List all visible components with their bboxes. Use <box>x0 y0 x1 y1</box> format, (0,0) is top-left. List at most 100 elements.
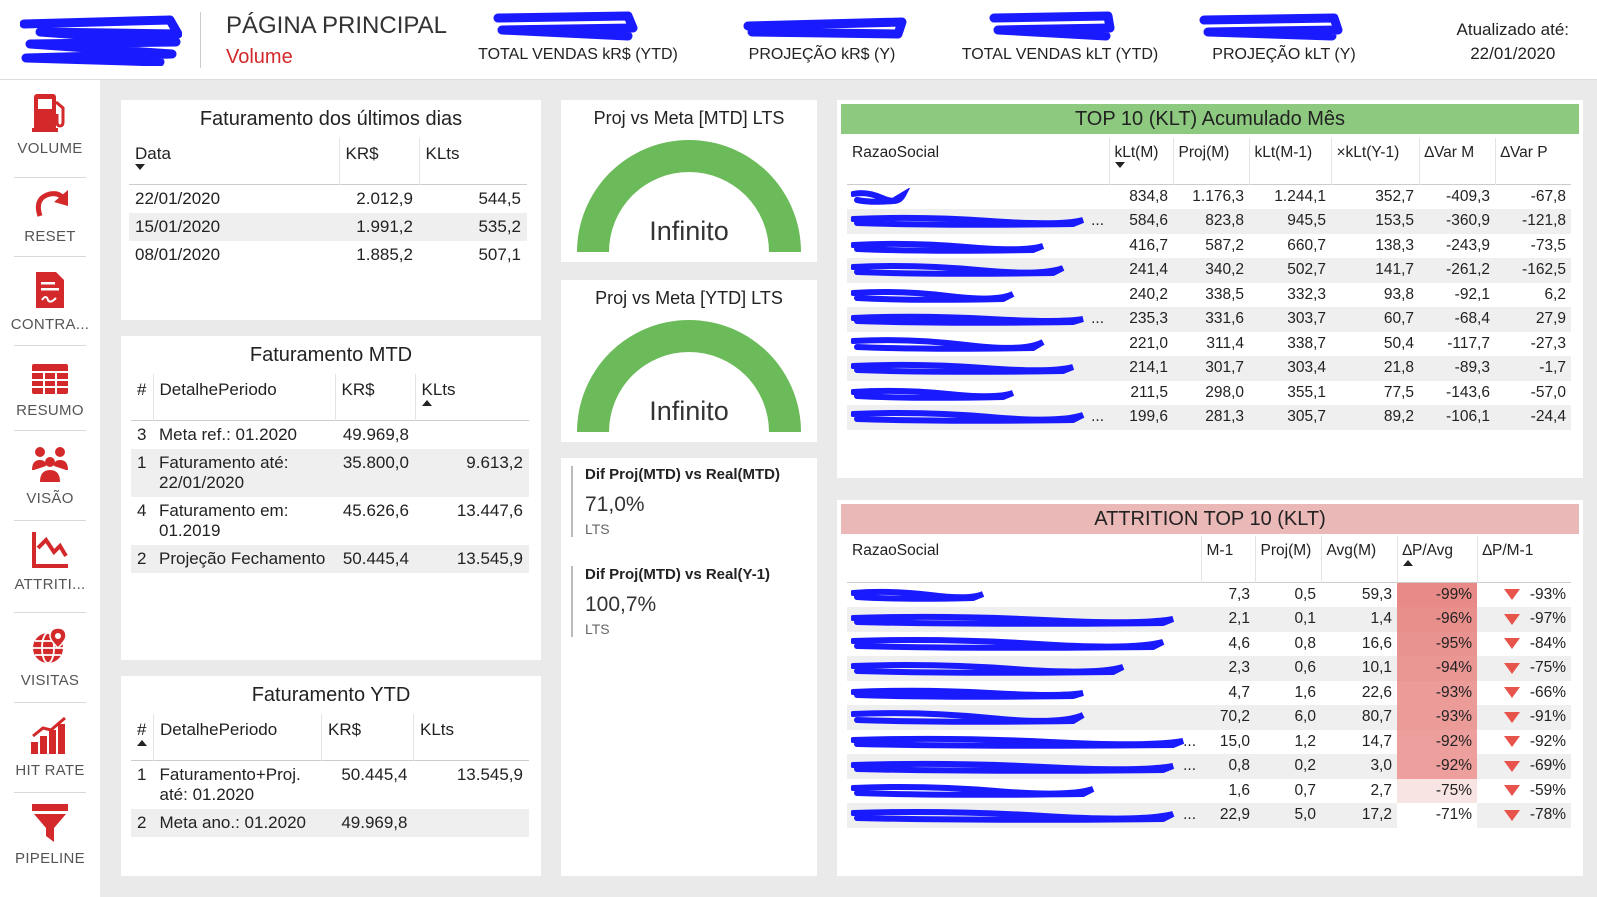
sidebar-item-hit-rate[interactable]: HIT RATE <box>0 716 100 779</box>
table-row[interactable]: 1 Faturamento até: 22/01/2020 35.800,0 9… <box>131 449 529 497</box>
table-row[interactable]: ... 199,6 281,3 305,7 89,2 -106,1 -24,4 <box>847 405 1571 430</box>
table-row[interactable]: 4 Faturamento em: 01.2019 45.626,6 13.44… <box>131 497 529 545</box>
sidebar-item-volume[interactable]: VOLUME <box>0 90 100 157</box>
cell-value: -92,1 <box>1454 285 1490 303</box>
last-updated: Atualizado até: 22/01/2020 <box>1457 18 1569 66</box>
cell-value: 0,7 <box>1294 781 1316 799</box>
table-row[interactable]: 2,1 0,1 1,4 -96% -97% <box>847 607 1571 632</box>
table-row[interactable]: 7,3 0,5 59,3 -99% -93% <box>847 582 1571 607</box>
table-row[interactable]: ... 15,0 1,2 14,7 -92% -92% <box>847 729 1571 754</box>
table-row[interactable]: 2 Meta ano.: 01.2020 49.969,8 <box>131 809 529 837</box>
col-header-krs[interactable]: KR$ <box>335 374 416 421</box>
table-row[interactable]: ... 235,3 331,6 303,7 60,7 -68,4 27,9 <box>847 307 1571 332</box>
cell-value: 2,1 <box>1201 607 1255 632</box>
card-gauge-mtd: Proj vs Meta [MTD] LTS Infinito <box>561 100 817 262</box>
sidebar-item-visitas[interactable]: VISITAS <box>0 626 100 689</box>
col-header-klts[interactable]: KLts <box>415 374 529 421</box>
down-triangle-icon <box>1503 613 1520 625</box>
col-header-proj-m[interactable]: Proj(M) <box>1255 536 1322 583</box>
sidebar-item-pipeline[interactable]: PIPELINE <box>0 802 100 867</box>
col-header-klts[interactable]: KLts <box>419 138 527 185</box>
updated-date: 22/01/2020 <box>1470 44 1556 63</box>
redacted-company-name <box>851 662 1125 676</box>
down-triangle-icon <box>1503 760 1520 772</box>
table-row[interactable]: 241,4 340,2 502,7 141,7 -261,2 -162,5 <box>847 258 1571 283</box>
kpi-projecao-krs: PROJEÇÃO kR$ (Y) <box>712 8 932 64</box>
cell-razao-social <box>847 185 1109 210</box>
table-row[interactable]: ... 584,6 823,8 945,5 153,5 -360,9 -121,8 <box>847 209 1571 234</box>
col-header-p-m1[interactable]: ∆P/M-1 <box>1477 536 1571 583</box>
table-row[interactable]: 2 Projeção Fechamento 50.445,4 13.545,9 <box>131 545 529 573</box>
cell-value: 338,7 <box>1287 334 1326 352</box>
col-header-data[interactable]: Data <box>129 138 340 185</box>
table-row[interactable]: 4,6 0,8 16,6 -95% -84% <box>847 631 1571 656</box>
cell-value: 221,0 <box>1129 334 1168 352</box>
cell-p-avg: -93% <box>1397 680 1477 705</box>
sidebar-nav: VOLUME RESET CONTRA... RESUMO VISÃO ATTR… <box>0 80 100 897</box>
gauge-value: Infinito <box>649 216 729 246</box>
col-header-razao-social[interactable]: RazaoSocial <box>847 138 1110 185</box>
table-row[interactable]: 70,2 6,0 80,7 -93% -91% <box>847 705 1571 730</box>
col-header-index[interactable]: # <box>131 714 154 761</box>
sidebar-item-visao[interactable]: VISÃO <box>0 444 100 507</box>
col-header-m1[interactable]: M-1 <box>1201 536 1256 583</box>
col-header-razao-social[interactable]: RazaoSocial <box>847 536 1202 583</box>
cell-klts <box>415 421 529 450</box>
table-row[interactable]: 211,5 298,0 355,1 77,5 -143,6 -57,0 <box>847 381 1571 406</box>
table-row[interactable]: 240,2 338,5 332,3 93,8 -92,1 6,2 <box>847 283 1571 308</box>
cell-value: 0,5 <box>1294 586 1316 603</box>
col-header-klt-y1[interactable]: ×kLt(Y-1) <box>1331 138 1420 185</box>
table-row[interactable]: 1 Faturamento+Proj. até: 01.2020 50.445,… <box>131 761 529 810</box>
table-row[interactable]: ... 22,9 5,0 17,2 -71% -78% <box>847 803 1571 828</box>
cell-value: 199,6 <box>1109 405 1173 430</box>
nav-divider <box>14 177 86 178</box>
kpi-value-redacted <box>950 8 1170 42</box>
cell-razao-social <box>847 779 1201 804</box>
col-header-detalhe[interactable]: DetalhePeriodo <box>153 714 322 761</box>
funnel-icon <box>32 804 68 842</box>
cell-date: 08/01/2020 <box>135 245 221 264</box>
card-title: Faturamento YTD <box>251 684 411 706</box>
table-row[interactable]: 22/01/2020 2.012,9 544,5 <box>129 185 527 214</box>
table-row[interactable]: 1,6 0,7 2,7 -75% -59% <box>847 778 1571 804</box>
sidebar-item-reset[interactable]: RESET <box>0 184 100 245</box>
sidebar-item-resumo[interactable]: RESUMO <box>0 362 100 419</box>
table-row[interactable]: 214,1 301,7 303,4 21,8 -89,3 -1,7 <box>847 356 1571 381</box>
cell-value: 0,8 <box>1201 754 1255 779</box>
cell-value: 0,1 <box>1255 607 1321 632</box>
table-row[interactable]: 4,7 1,6 22,6 -93% -66% <box>847 680 1571 705</box>
cell-p-avg: -99% <box>1397 582 1477 607</box>
cell-krs: 1.991,2 <box>339 213 419 241</box>
table-ytd: # DetalhePeriodo KR$ KLts 1 Faturamento+… <box>131 714 529 837</box>
cell-value: 70,2 <box>1201 705 1255 730</box>
card-gauge-ytd: Proj vs Meta [YTD] LTS Infinito <box>561 280 817 442</box>
table-row[interactable]: 834,8 1.176,3 1.244,1 352,7 -409,3 -67,8 <box>847 185 1571 210</box>
col-header-klt-m1[interactable]: kLt(M-1) <box>1249 138 1332 185</box>
col-header-klt-m[interactable]: kLt(M) <box>1109 138 1174 185</box>
cell-value: 2,3 <box>1201 656 1255 681</box>
table-row[interactable]: ... 0,8 0,2 3,0 -92% -69% <box>847 754 1571 779</box>
col-header-p-avg[interactable]: ∆P/Avg <box>1397 536 1478 583</box>
table-row[interactable]: 3 Meta ref.: 01.2020 49.969,8 <box>131 421 529 450</box>
page-subtitle: Volume <box>226 46 293 68</box>
col-header-krs[interactable]: KR$ <box>339 138 420 185</box>
table-row[interactable]: 221,0 311,4 338,7 50,4 -117,7 -27,3 <box>847 332 1571 357</box>
col-header-var-m[interactable]: ∆Var M <box>1419 138 1496 185</box>
table-row[interactable]: 15/01/2020 1.991,2 535,2 <box>129 213 527 241</box>
col-header-klts[interactable]: KLts <box>414 714 530 761</box>
sort-asc-icon <box>421 400 432 406</box>
cell-index: 3 <box>137 425 147 444</box>
sidebar-item-attrition[interactable]: ATTRITI... <box>0 530 100 593</box>
col-header-var-p[interactable]: ∆Var P <box>1495 138 1571 185</box>
table-row[interactable]: 416,7 587,2 660,7 138,3 -243,9 -73,5 <box>847 234 1571 259</box>
cell-klts: 535,2 <box>419 213 527 241</box>
col-header-proj-m[interactable]: Proj(M) <box>1173 138 1250 185</box>
sidebar-item-contratos[interactable]: CONTRA... <box>0 270 100 333</box>
table-row[interactable]: 2,3 0,6 10,1 -94% -75% <box>847 656 1571 681</box>
cell-value: -57,0 <box>1530 383 1566 401</box>
col-header-detalhe[interactable]: DetalhePeriodo <box>153 374 336 421</box>
table-row[interactable]: 08/01/2020 1.885,2 507,1 <box>129 241 527 269</box>
col-header-avg-m[interactable]: Avg(M) <box>1321 536 1398 583</box>
col-header-krs[interactable]: KR$ <box>321 714 414 761</box>
col-header-index[interactable]: # <box>131 374 154 421</box>
